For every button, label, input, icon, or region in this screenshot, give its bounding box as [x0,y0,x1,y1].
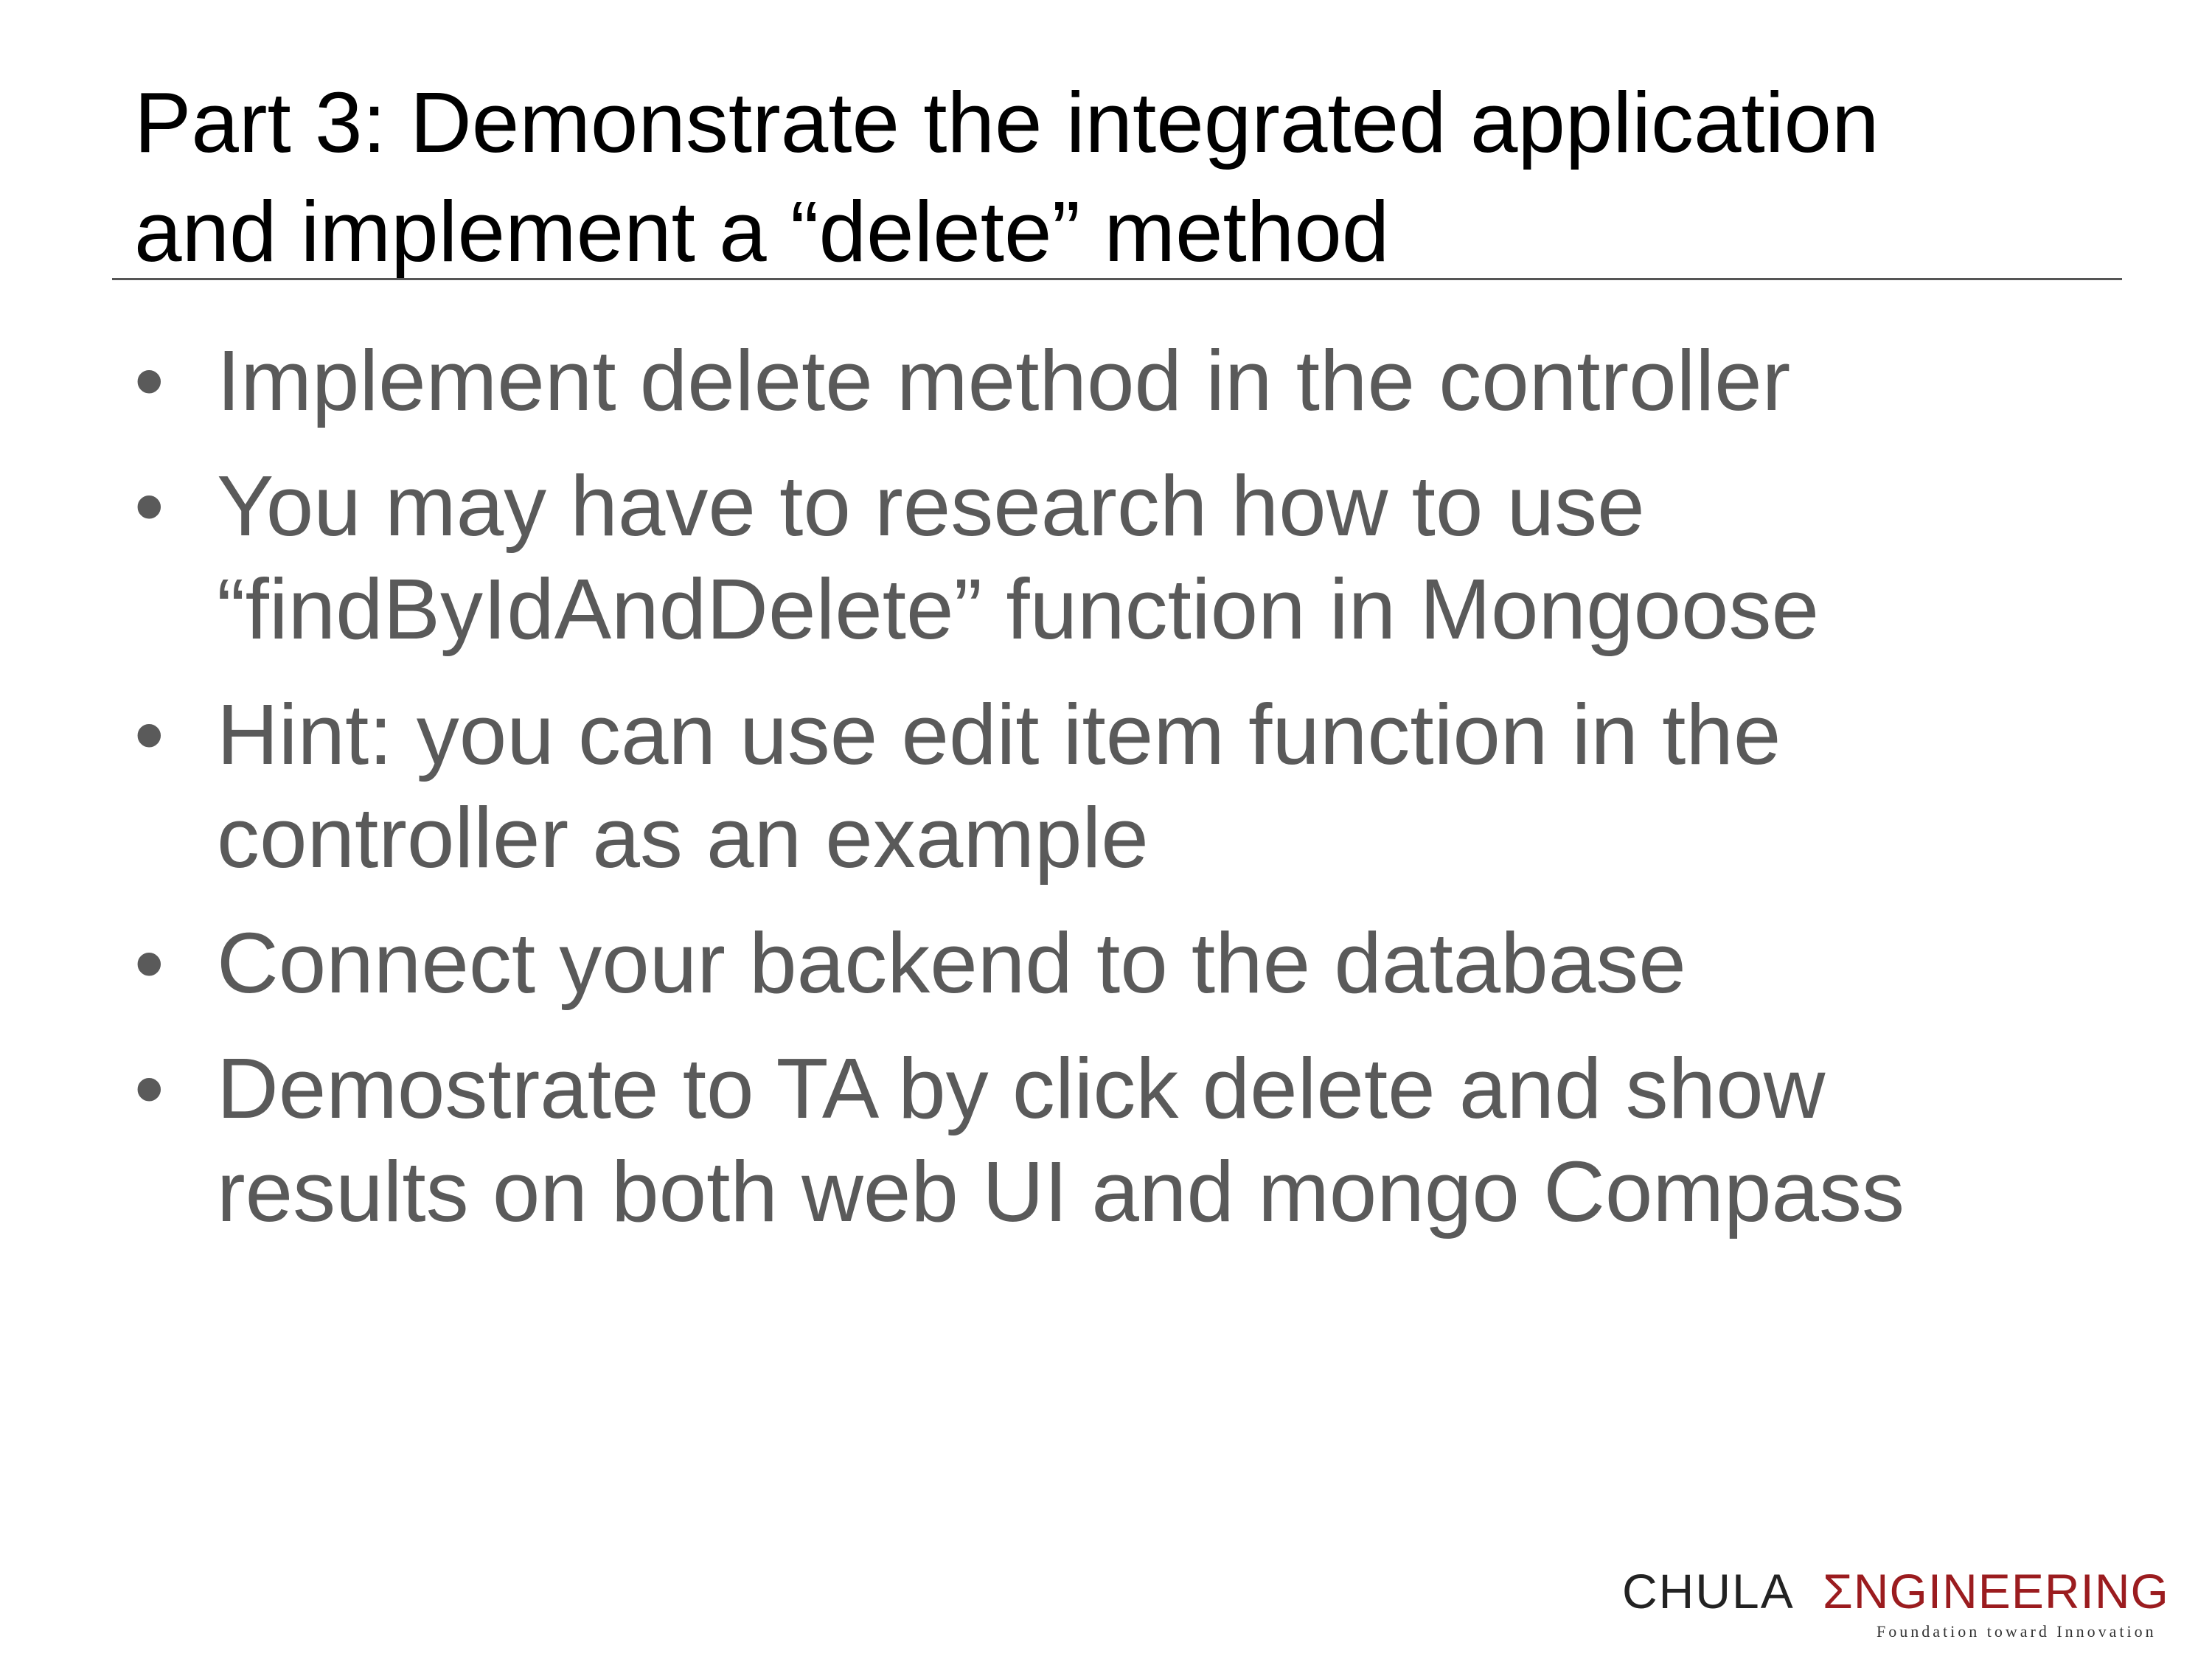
slide-title: Part 3: Demonstrate the integrated appli… [134,68,2125,286]
bullet-text: Demostrate to TA by click delete and sho… [217,1040,1826,1136]
title-line-2: and implement a “delete” method [134,184,1390,279]
bullet-item-4: • Connect your backend to the database [134,911,2125,1015]
bullet-item-5: • Demostrate to TA by click delete and s… [134,1037,2125,1243]
bullet-item-3: • Hint: you can use edit item function i… [134,683,2125,889]
bullet-dot-icon: • [134,915,164,1011]
bullet-list: • Implement delete method in the control… [134,329,2125,1265]
bullet-text: Hint: you can use edit item function in … [217,686,1781,782]
logo-chula-text: CHULA [1622,1564,1795,1618]
bullet-dot-icon: • [134,333,164,428]
bullet-text-continued: results on both web UI and mongo Compass [217,1144,1905,1239]
bullet-text: Implement delete method in the controlle… [217,333,1791,428]
title-line-1: Part 3: Demonstrate the integrated appli… [134,74,1879,170]
bullet-text: Connect your backend to the database [217,915,1686,1011]
title-divider [112,278,2122,280]
bullet-text: You may have to research how to use [217,458,1645,554]
bullet-text-continued: “findByIdAndDelete” function in Mongoose [217,561,1820,657]
bullet-item-1: • Implement delete method in the control… [134,329,2125,432]
bullet-item-2: • You may have to research how to use “f… [134,454,2125,661]
chula-engineering-logo: CHULA ΣNGINEERING Foundation toward Inno… [1622,1563,2183,1644]
logo-tagline: Foundation toward Innovation [1877,1622,2157,1641]
bullet-dot-icon: • [134,458,164,554]
slide: Part 3: Demonstrate the integrated appli… [0,0,2212,1659]
bullet-text-continued: controller as an example [217,790,1149,886]
bullet-dot-icon: • [134,686,164,782]
logo-engineering-text: ΣNGINEERING [1823,1564,2169,1618]
bullet-dot-icon: • [134,1040,164,1136]
